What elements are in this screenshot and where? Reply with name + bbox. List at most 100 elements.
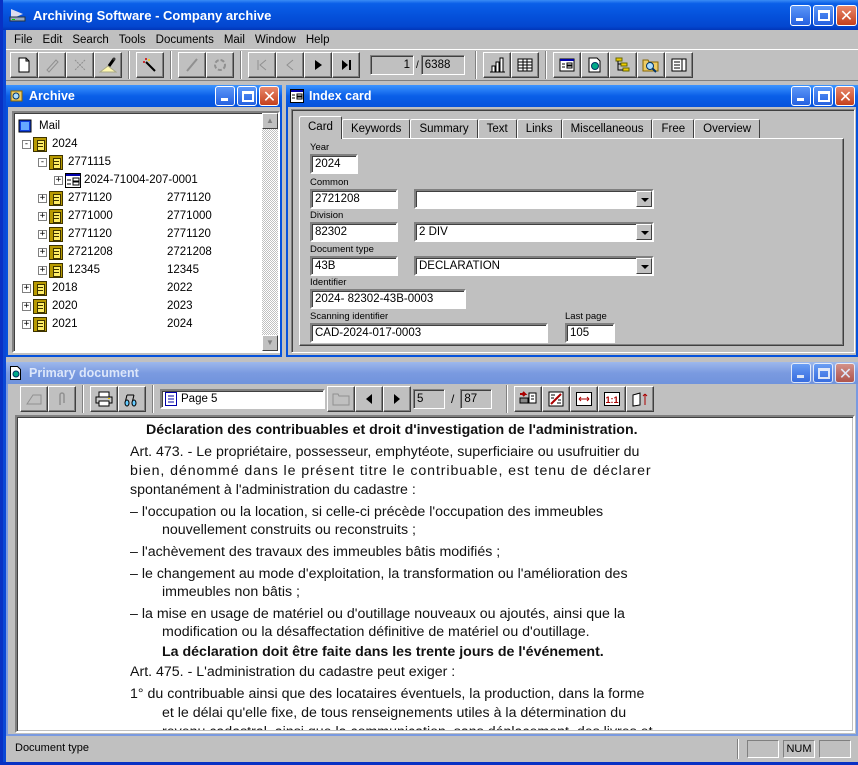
index-card-button[interactable] (552, 52, 581, 78)
menu-edit[interactable]: Edit (38, 34, 68, 46)
tree-item[interactable]: +2020 (22, 297, 78, 315)
tree-item[interactable]: +12345 (38, 261, 100, 279)
tab-overview[interactable]: Overview (694, 119, 761, 139)
menu-tools[interactable]: Tools (114, 34, 151, 46)
common-field[interactable]: 2721208 (310, 189, 398, 209)
archive-tree[interactable]: Mail -2024-2771115 +2024-71004-207-0001 +27… (12, 111, 280, 353)
tree-item[interactable]: - 2024 (22, 135, 78, 153)
tree-item[interactable]: +2018 (22, 279, 78, 297)
view-button[interactable] (118, 386, 146, 412)
previous-page-button[interactable] (355, 386, 383, 412)
maximize-button[interactable] (813, 5, 834, 26)
previous-record-button[interactable] (276, 52, 304, 78)
scanner-button[interactable] (20, 386, 48, 412)
statistics-button[interactable] (482, 52, 511, 78)
expand-icon[interactable]: + (22, 301, 31, 311)
tree-item[interactable]: +2771000 (38, 207, 113, 225)
expand-icon[interactable]: + (38, 229, 47, 239)
record-current-field[interactable]: 1 (370, 55, 414, 75)
tree-item[interactable]: +2721208 (38, 243, 113, 261)
tree-item[interactable]: - 2771115 (38, 153, 111, 171)
expand-icon[interactable]: + (38, 211, 47, 221)
archive-minimize-button[interactable] (215, 86, 235, 106)
insert-page-button[interactable] (514, 386, 543, 412)
attachment-button[interactable] (48, 386, 76, 412)
tree-button[interactable] (608, 52, 637, 78)
chevron-down-icon[interactable] (636, 224, 652, 240)
page-current-field[interactable]: 5 (413, 389, 445, 409)
identifier-field[interactable]: 2024- 82302-43B-0003 (310, 289, 466, 309)
list-view-button[interactable] (664, 52, 693, 78)
tab-miscellaneous[interactable]: Miscellaneous (561, 119, 653, 139)
print-button[interactable] (90, 386, 118, 412)
collapse-icon[interactable]: - (38, 157, 47, 167)
document-minimize-button[interactable] (791, 363, 811, 383)
chevron-down-icon[interactable] (636, 258, 652, 274)
actual-size-button[interactable]: 1:1 (598, 386, 627, 412)
document-type-field[interactable]: 43B (310, 256, 398, 276)
document-maximize-button[interactable] (813, 363, 833, 383)
edit-button[interactable] (38, 52, 66, 78)
page-select[interactable]: Page 5 (160, 389, 325, 409)
open-folder-button[interactable] (327, 386, 355, 412)
tab-card[interactable]: Card (299, 116, 342, 139)
expand-icon[interactable]: + (38, 247, 47, 257)
collapse-icon[interactable]: - (22, 139, 31, 149)
search-folder-button[interactable] (636, 52, 665, 78)
primary-document-button[interactable] (580, 52, 609, 78)
expand-icon[interactable]: + (38, 193, 47, 203)
common-select[interactable] (414, 189, 654, 209)
menu-help[interactable]: Help (301, 34, 335, 46)
rotate-page-button[interactable] (626, 386, 655, 412)
scroll-down-button[interactable]: ▼ (262, 335, 278, 351)
cut-button[interactable] (66, 52, 94, 78)
tree-item[interactable]: +2771120 (38, 189, 112, 207)
document-page[interactable]: Déclaration des contribuables et droit d… (18, 418, 852, 730)
minimize-button[interactable] (790, 5, 811, 26)
expand-icon[interactable]: + (22, 319, 31, 329)
tab-free[interactable]: Free (652, 119, 695, 139)
new-document-button[interactable] (10, 52, 38, 78)
menu-file[interactable]: File (9, 34, 38, 46)
link-button[interactable] (206, 52, 234, 78)
document-type-select[interactable]: DECLARATION (414, 256, 654, 276)
wizard-button[interactable] (136, 52, 164, 78)
tab-summary[interactable]: Summary (410, 119, 478, 139)
next-page-button[interactable] (383, 386, 411, 412)
index-card-minimize-button[interactable] (791, 86, 811, 106)
tab-text[interactable]: Text (477, 119, 517, 139)
archive-maximize-button[interactable] (237, 86, 257, 106)
division-select[interactable]: 2 DIV (414, 222, 654, 242)
annotate-button[interactable] (178, 52, 206, 78)
scanning-identifier-field[interactable]: CAD-2024-017-0003 (310, 323, 548, 343)
tree-item[interactable]: +2771120 (38, 225, 112, 243)
tree-item[interactable]: Mail (18, 117, 60, 135)
tree-item[interactable]: +2024-71004-207-0001 (54, 171, 198, 189)
next-record-button[interactable] (304, 52, 332, 78)
last-page-field[interactable]: 105 (565, 323, 615, 343)
close-button[interactable]: ✕ (836, 5, 857, 26)
menu-search[interactable]: Search (67, 34, 113, 46)
tab-links[interactable]: Links (516, 119, 562, 139)
expand-icon[interactable]: + (54, 175, 63, 185)
table-button[interactable] (510, 52, 539, 78)
index-card-close-button[interactable]: ✕ (835, 86, 855, 106)
menu-window[interactable]: Window (250, 34, 301, 46)
scroll-up-button[interactable]: ▲ (262, 113, 278, 129)
archive-close-button[interactable]: ✕ (259, 86, 279, 106)
chevron-down-icon[interactable] (636, 191, 652, 207)
primary-document-title-bar[interactable]: Primary document ✕ (6, 362, 858, 384)
index-card-maximize-button[interactable] (813, 86, 833, 106)
division-field[interactable]: 82302 (310, 222, 398, 242)
document-close-button[interactable]: ✕ (835, 363, 855, 383)
expand-icon[interactable]: + (22, 283, 31, 293)
fit-width-button[interactable] (570, 386, 599, 412)
scan-button[interactable] (94, 52, 122, 78)
year-field[interactable]: 2024 (310, 154, 358, 174)
last-record-button[interactable] (332, 52, 360, 78)
tree-vertical-scrollbar[interactable]: ▲ ▼ (262, 113, 278, 351)
archive-title-bar[interactable]: Archive ✕ (6, 85, 282, 107)
expand-icon[interactable]: + (38, 265, 47, 275)
menu-mail[interactable]: Mail (219, 34, 250, 46)
index-card-title-bar[interactable]: Index card ✕ (286, 85, 858, 107)
